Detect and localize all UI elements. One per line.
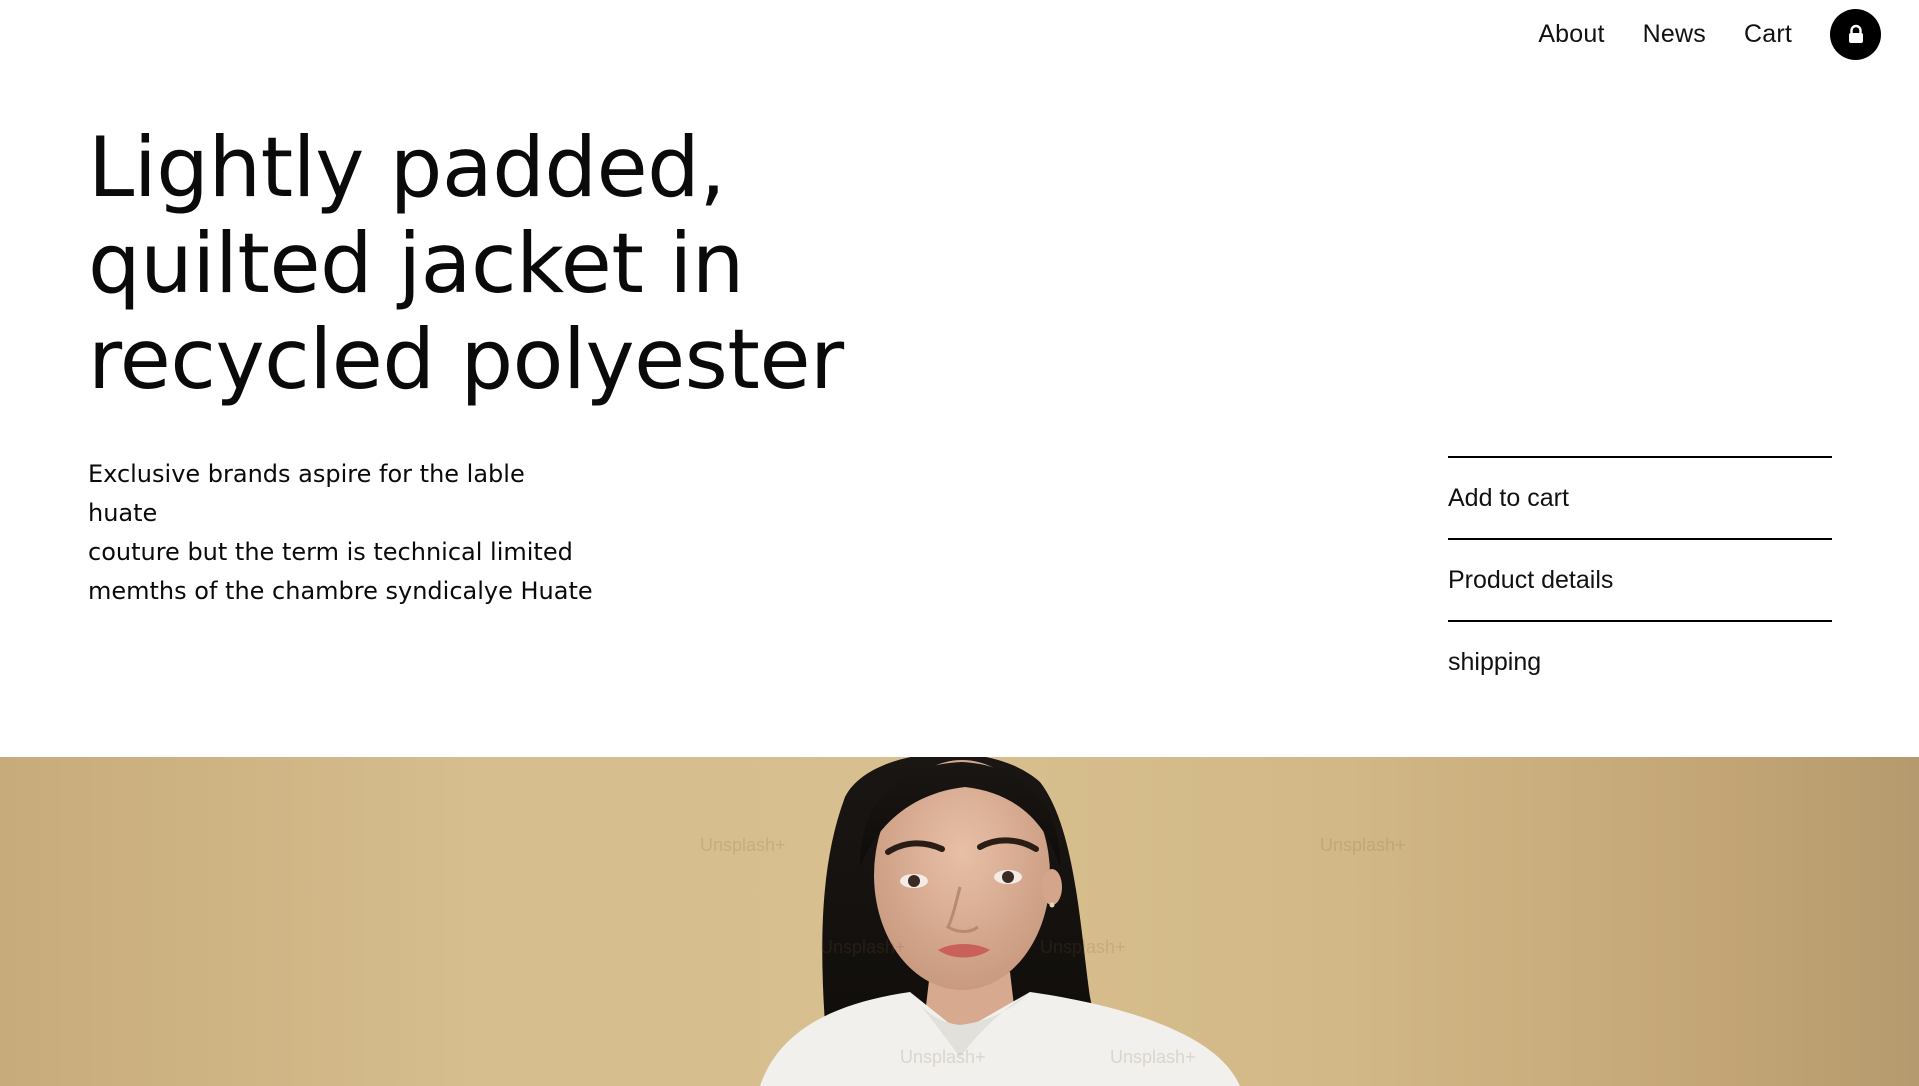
watermark-text: Unsplash+ [820, 937, 906, 957]
watermark-text: Unsplash+ [1110, 1047, 1196, 1067]
title-line: Lightly padded, [88, 119, 726, 216]
watermark-text: Unsplash+ [1040, 937, 1126, 957]
product-description: Exclusive brands aspire for the lable hu… [88, 455, 598, 611]
model-image [760, 757, 1240, 1086]
watermark-text: Unsplash+ [1320, 835, 1406, 855]
product-photo: Unsplash+ Unsplash+ Unsplash+ Unsplash+ … [0, 757, 1919, 1086]
watermark-text: Unsplash+ [700, 835, 786, 855]
description-line: couture but the term is technical limite… [88, 538, 573, 566]
title-line: recycled polyester [88, 311, 844, 408]
lock-button[interactable] [1830, 8, 1881, 60]
product-action-menu: Add to cart Product details shipping [1448, 456, 1832, 702]
lock-icon [1848, 24, 1863, 43]
description-line: Exclusive brands aspire for the lable hu… [88, 460, 525, 527]
nav-link-news[interactable]: News [1643, 20, 1706, 49]
product-details-link[interactable]: Product details [1448, 538, 1832, 620]
nav-link-about[interactable]: About [1538, 20, 1604, 49]
top-nav: About News Cart [1500, 0, 1919, 68]
shipping-link[interactable]: shipping [1448, 620, 1832, 702]
watermark-text: Unsplash+ [900, 1047, 986, 1067]
add-to-cart-link[interactable]: Add to cart [1448, 456, 1832, 538]
page-title: Lightly padded, quilted jacket in recycl… [88, 120, 848, 408]
description-line: memths of the chambre syndicalye Huate [88, 577, 593, 605]
title-line: quilted jacket in [88, 215, 744, 312]
nav-link-cart[interactable]: Cart [1744, 20, 1792, 49]
